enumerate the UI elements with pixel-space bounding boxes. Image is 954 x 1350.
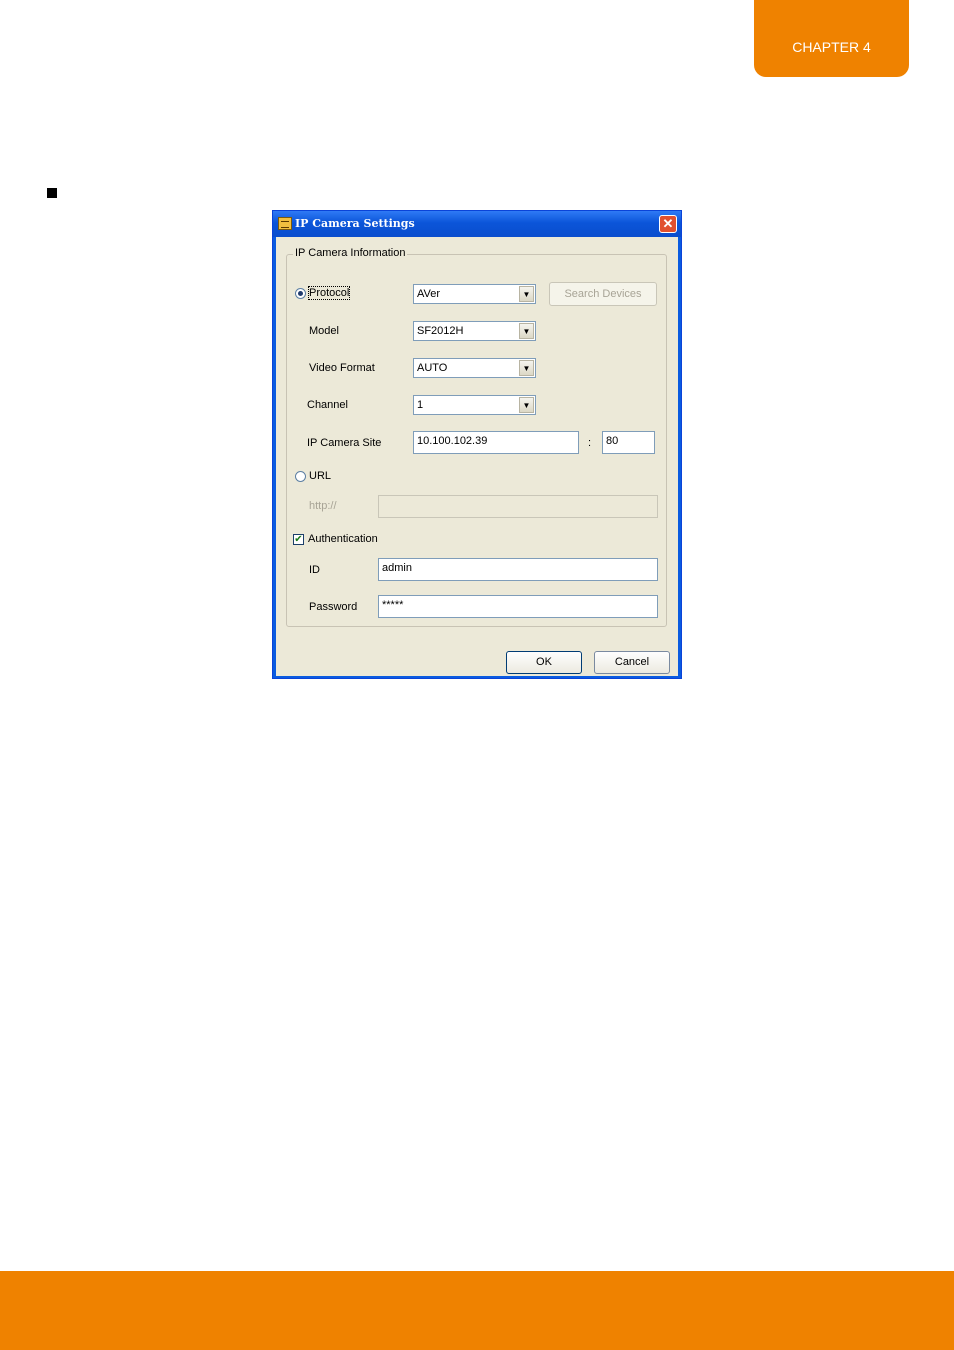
checkmark-icon: ✔ [294,534,303,545]
video-format-value: AUTO [417,362,448,374]
authentication-checkbox[interactable]: ✔ [293,534,304,545]
dialog-body: IP Camera Information Protocol AVer ▼ Se… [276,237,678,676]
close-icon: ✕ [662,216,674,231]
bullet-square-icon [47,188,57,198]
chevron-down-icon[interactable]: ▼ [519,323,534,339]
chapter-tab: CHAPTER 4 [754,0,909,77]
port-input[interactable]: 80 [602,431,655,454]
http-prefix-label: http:// [309,500,337,512]
id-input[interactable]: admin [378,558,658,581]
protocol-value: AVer [417,288,441,300]
channel-label: Channel [307,399,348,411]
port-separator: : [588,437,592,449]
channel-select[interactable]: 1 ▼ [413,395,536,415]
ok-button[interactable]: OK [506,651,582,674]
url-radio[interactable] [295,471,306,482]
id-value: admin [382,562,412,574]
model-label: Model [309,325,339,337]
title-bar[interactable]: IP Camera Settings ✕ [273,211,681,237]
footer-bar [0,1271,954,1350]
app-icon [278,217,292,230]
chevron-down-icon[interactable]: ▼ [519,360,534,376]
channel-value: 1 [417,399,424,411]
authentication-label[interactable]: Authentication [308,533,378,545]
port-value: 80 [606,435,619,447]
chevron-down-icon[interactable]: ▼ [519,286,534,302]
password-label: Password [309,601,358,613]
ip-camera-site-label: IP Camera Site [307,437,382,449]
video-format-select[interactable]: AUTO ▼ [413,358,536,378]
protocol-label[interactable]: Protocol [307,286,351,300]
close-button[interactable]: ✕ [659,215,677,233]
url-label[interactable]: URL [309,470,331,482]
protocol-select[interactable]: AVer ▼ [413,284,536,304]
protocol-radio[interactable] [295,288,306,299]
cancel-button[interactable]: Cancel [594,651,670,674]
url-input[interactable] [378,495,658,518]
id-label: ID [309,564,320,576]
model-value: SF2012H [417,325,464,337]
group-title: IP Camera Information [293,247,408,259]
password-value: ***** [382,599,404,611]
dialog-title: IP Camera Settings [295,217,415,230]
model-select[interactable]: SF2012H ▼ [413,321,536,341]
ip-address-input[interactable]: 10.100.102.39 [413,431,579,454]
search-devices-button[interactable]: Search Devices [549,282,657,306]
chevron-down-icon[interactable]: ▼ [519,397,534,413]
ip-camera-settings-dialog: IP Camera Settings ✕ IP Camera Informati… [272,210,682,679]
password-input[interactable]: ***** [378,595,658,618]
ip-address-value: 10.100.102.39 [417,435,488,447]
video-format-label: Video Format [309,362,375,374]
